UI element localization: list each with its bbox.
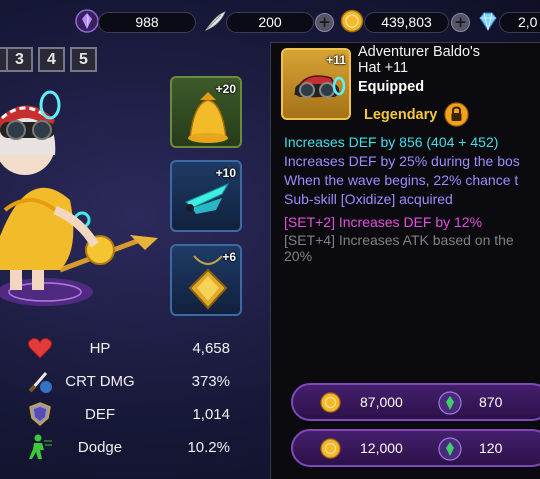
set-bonus-line: 20%: [284, 248, 313, 264]
diamond-amount: 2,0: [499, 12, 540, 33]
effect-line: Sub-skill [Oxidize] acquired: [284, 191, 453, 207]
feather-icon: [204, 11, 226, 31]
item-portrait: +11: [281, 48, 351, 120]
equipped-status: Equipped: [358, 79, 425, 95]
effect-line: When the wave begins, 22% chance t: [284, 172, 519, 188]
heart-icon: [27, 337, 53, 359]
add-gold-button[interactable]: +: [451, 13, 470, 32]
item-level: +11: [326, 53, 346, 67]
diamond-icon: [479, 12, 497, 31]
shield-icon: [29, 402, 51, 426]
effect-line: Increases DEF by 25% during the bos: [284, 153, 520, 169]
stat-label-hp: HP: [89, 340, 111, 357]
slot-level: +10: [215, 166, 236, 180]
purple-gem-amount: 988: [98, 12, 196, 33]
purple-gem-icon: [75, 9, 99, 33]
upgrade-button[interactable]: 87,000 870: [291, 383, 540, 421]
effect-line: Increases DEF by 856 (404 + 452): [284, 134, 499, 150]
stat-label-dodge: Dodge: [77, 439, 123, 456]
equipment-slot-weapon[interactable]: +10: [170, 160, 242, 232]
gold-coin-icon: [340, 9, 364, 33]
item-name: Adventurer Baldo's: [358, 44, 481, 60]
set-bonus-line: [SET+2] Increases DEF by 12%: [284, 214, 483, 230]
slot-level: +20: [215, 82, 236, 96]
stat-value-def: 1,014: [192, 406, 230, 423]
upgrade-button[interactable]: 12,000 120: [291, 429, 540, 467]
stat-value-dodge: 10.2%: [187, 439, 230, 456]
green-gem-icon: [438, 437, 462, 461]
hero-character-portrait: [0, 90, 158, 306]
feather-amount: 200: [226, 12, 314, 33]
equipment-slot-outfit[interactable]: +20: [170, 76, 242, 148]
equipment-slot-amulet[interactable]: +6: [170, 244, 242, 316]
green-gem-icon: [438, 391, 462, 415]
crit-damage-icon: [28, 372, 52, 393]
item-name-level: Hat +11: [358, 60, 409, 76]
gem-cost: 120: [479, 440, 503, 456]
stat-label-crt-dmg: CRT DMG: [65, 373, 135, 390]
lock-icon[interactable]: [444, 102, 469, 127]
slot-level: +6: [222, 250, 236, 264]
gold-coin-icon: [320, 438, 341, 459]
gold-cost: 12,000: [360, 440, 403, 456]
dodge-icon: [29, 434, 52, 459]
rarity-label: Legendary: [364, 107, 438, 123]
gold-coin-icon: [320, 392, 341, 413]
stat-label-def: DEF: [85, 406, 115, 423]
gold-amount: 439,803: [364, 12, 449, 33]
currency-bar: 988 200 + 439,803 + 2,0: [0, 0, 540, 42]
stat-value-hp: 4,658: [192, 340, 230, 357]
add-feather-button[interactable]: +: [315, 13, 334, 32]
set-bonus-line: [SET+4] Increases ATK based on the: [284, 232, 514, 248]
stat-value-crt-dmg: 373%: [191, 373, 230, 390]
gem-cost: 870: [479, 394, 503, 410]
gold-cost: 87,000: [360, 394, 403, 410]
